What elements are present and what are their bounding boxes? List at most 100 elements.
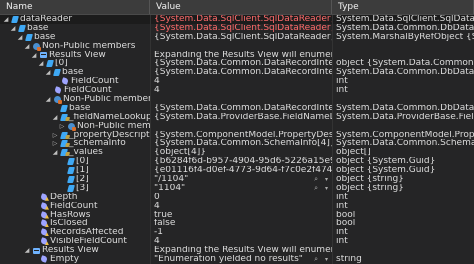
collapse-arrow-icon[interactable]: ◢	[30, 51, 38, 60]
watch-row[interactable]: [0] {b6284f6d-b957-4904-95d6-5226a15e9dae…	[0, 157, 474, 167]
watch-row[interactable]: ◢ Results View Expanding the Results View …	[0, 50, 474, 60]
value-cell[interactable]: {System.Data.Common.DataRecordInternal}	[150, 59, 332, 69]
collapse-arrow-icon[interactable]: ◢	[37, 59, 45, 68]
value-cell[interactable]: {System.Data.SqlClient.SqlDataReader}	[150, 32, 332, 42]
watch-row[interactable]: IsClosed false bool	[0, 219, 474, 229]
column-header-name[interactable]: Name	[0, 0, 150, 14]
watch-row[interactable]: ◢ _fieldNameLookup {System.Data.ProviderBa…	[0, 112, 474, 122]
watch-row[interactable]: ▷ _schemaInfo {System.Data.Common.SchemaIn…	[0, 139, 474, 149]
value-cell[interactable]: 4	[150, 86, 332, 96]
value-cell[interactable]: {System.ComponentModel.PropertyDescripto…	[150, 130, 332, 140]
watch-row[interactable]: Empty "Enumeration yielded no results" ⌕ ▾ s…	[0, 255, 474, 264]
expand-arrow-icon[interactable]: ▷	[58, 122, 66, 131]
row-name: Results View	[49, 50, 106, 60]
watch-row[interactable]: ◢ _values {object[4]} object[]	[0, 148, 474, 158]
magnifier-icon[interactable]: ⌕	[314, 184, 318, 193]
value-cell[interactable]: 0	[150, 192, 332, 202]
collapse-arrow-icon[interactable]: ◢	[23, 42, 31, 51]
watch-row[interactable]: ▷ _propertyDescriptors {System.ComponentMo…	[0, 130, 474, 140]
magnifier-icon[interactable]: ⌕	[314, 255, 318, 264]
value-cell[interactable]: -1	[150, 228, 332, 238]
value-cell[interactable]: Expanding the Results View will enumerat…	[150, 50, 332, 60]
watch-row[interactable]: ▷ Non-Public members	[0, 121, 474, 131]
value-cell[interactable]: 4	[150, 77, 332, 87]
watch-row[interactable]: [1] {e01116f4-d0ef-4773-9d64-f7c0e2f4747}…	[0, 166, 474, 176]
field-icon	[53, 69, 61, 77]
watch-row[interactable]: FieldCount 4 int	[0, 201, 474, 211]
value-cell[interactable]: "Enumeration yielded no results" ⌕ ▾	[150, 255, 332, 264]
watch-window: Name Value Type ◢ dataReader {System.Data.…	[0, 0, 474, 264]
visualizer-dropdown-icon[interactable]: ▾	[325, 255, 328, 264]
watch-row[interactable]: ◢ Non-Public members	[0, 41, 474, 51]
value-cell[interactable]: {b6284f6d-b957-4904-95d6-5226a15e9dae}	[150, 157, 332, 167]
value-cell[interactable]: {System.Data.Common.SchemaInfo[4]}	[150, 139, 332, 149]
value-cell[interactable]: {e01116f4-d0ef-4773-9d64-f7c0e2f4747}	[150, 166, 332, 176]
row-name: base	[69, 103, 91, 113]
row-value: false	[154, 219, 176, 229]
watch-row[interactable]: VisibleFieldCount 4 int	[0, 237, 474, 247]
row-value: "1104"	[154, 183, 186, 193]
column-header-type[interactable]: Type	[332, 0, 474, 14]
watch-row[interactable]: ◢ Results View Expanding the Results View …	[0, 246, 474, 256]
value-cell[interactable]	[150, 41, 332, 51]
watch-row[interactable]: ◢ [0] {System.Data.Common.DataRecordIntern…	[0, 59, 474, 69]
value-cell[interactable]: {System.Data.SqlClient.SqlDataReader}	[150, 15, 332, 24]
value-cell[interactable]	[150, 121, 332, 131]
watch-row[interactable]: [2] "/1104" ⌕ ▾ object {string}	[0, 175, 474, 184]
type-cell: string	[332, 255, 474, 264]
value-cell[interactable]: 4	[150, 201, 332, 211]
value-cell[interactable]	[150, 95, 332, 104]
name-cell: ◢ Non-Public members	[0, 42, 150, 51]
row-value: {e01116f4-d0ef-4773-9d64-f7c0e2f4747}	[154, 166, 332, 176]
type-cell	[332, 41, 474, 51]
watch-row[interactable]: ◢ dataReader {System.Data.SqlClient.SqlDat…	[0, 15, 474, 24]
collapse-arrow-icon[interactable]: ◢	[51, 148, 59, 157]
watch-row[interactable]: RecordsAffected -1 int	[0, 228, 474, 238]
watch-row[interactable]: ◢ base {System.Data.SqlClient.SqlDataReade…	[0, 23, 474, 33]
value-cell[interactable]: true	[150, 210, 332, 220]
type-cell	[332, 246, 474, 256]
collapse-arrow-icon[interactable]: ◢	[2, 15, 10, 24]
row-value: -1	[154, 228, 163, 238]
collapse-arrow-icon[interactable]: ◢	[23, 246, 31, 255]
watch-row[interactable]: ◢ base {System.Data.Common.DataRecordInter…	[0, 68, 474, 78]
value-cell[interactable]: 4	[150, 237, 332, 247]
value-cell[interactable]: {object[4]}	[150, 148, 332, 158]
type-cell: System.Data.SqlClient.SqlDataReader	[332, 15, 474, 24]
type-cell	[332, 50, 474, 60]
value-cell[interactable]: Expanding the Results View will enumerat…	[150, 246, 332, 256]
row-value: Expanding the Results View will enumerat…	[154, 50, 332, 60]
value-cell[interactable]: "/1104" ⌕ ▾	[150, 175, 332, 184]
value-cell[interactable]: {System.Data.ProviderBase.FieldNameLooku…	[150, 112, 332, 122]
field-icon	[18, 24, 26, 32]
visualizer-dropdown-icon[interactable]: ▾	[325, 184, 328, 193]
watch-row[interactable]: FieldCount 4 int	[0, 86, 474, 96]
value-cell[interactable]: false	[150, 219, 332, 229]
row-value: {object[4]}	[154, 148, 206, 158]
collapse-arrow-icon[interactable]: ◢	[44, 95, 52, 104]
watch-row[interactable]: base {System.Data.Common.DataRecordIntern…	[0, 103, 474, 113]
value-cell[interactable]: {System.Data.Common.DataRecordInternal}	[150, 103, 332, 113]
type-cell: int	[332, 228, 474, 238]
protected-property-icon	[40, 229, 48, 236]
watch-row[interactable]: Depth 0 int	[0, 192, 474, 202]
watch-row[interactable]: [3] "1104" ⌕ ▾ object {string}	[0, 183, 474, 193]
value-cell[interactable]: {System.Data.Common.DataRecordInternal}	[150, 68, 332, 78]
watch-row[interactable]: FieldCount 4 int	[0, 77, 474, 87]
row-name: dataReader	[20, 15, 73, 24]
column-header-value[interactable]: Value	[150, 0, 332, 14]
value-cell[interactable]: {System.Data.SqlClient.SqlDataReader}	[150, 23, 332, 33]
collapse-arrow-icon[interactable]: ◢	[44, 68, 52, 77]
visualizer-dropdown-icon[interactable]: ▾	[325, 175, 328, 184]
collapse-arrow-icon[interactable]: ◢	[51, 113, 59, 122]
type-cell: bool	[332, 219, 474, 229]
expand-arrow-icon[interactable]: ▷	[51, 131, 59, 140]
watch-row[interactable]: ◢ base {System.Data.SqlClient.SqlDataReade…	[0, 32, 474, 42]
watch-row[interactable]: HasRows true bool	[0, 210, 474, 220]
watch-row[interactable]: ◢ Non-Public members	[0, 95, 474, 104]
magnifier-icon[interactable]: ⌕	[314, 175, 318, 184]
value-cell[interactable]: "1104" ⌕ ▾	[150, 183, 332, 193]
expand-arrow-icon[interactable]: ▷	[51, 139, 59, 148]
collapse-arrow-icon[interactable]: ◢	[16, 33, 24, 42]
collapse-arrow-icon[interactable]: ◢	[9, 24, 17, 33]
